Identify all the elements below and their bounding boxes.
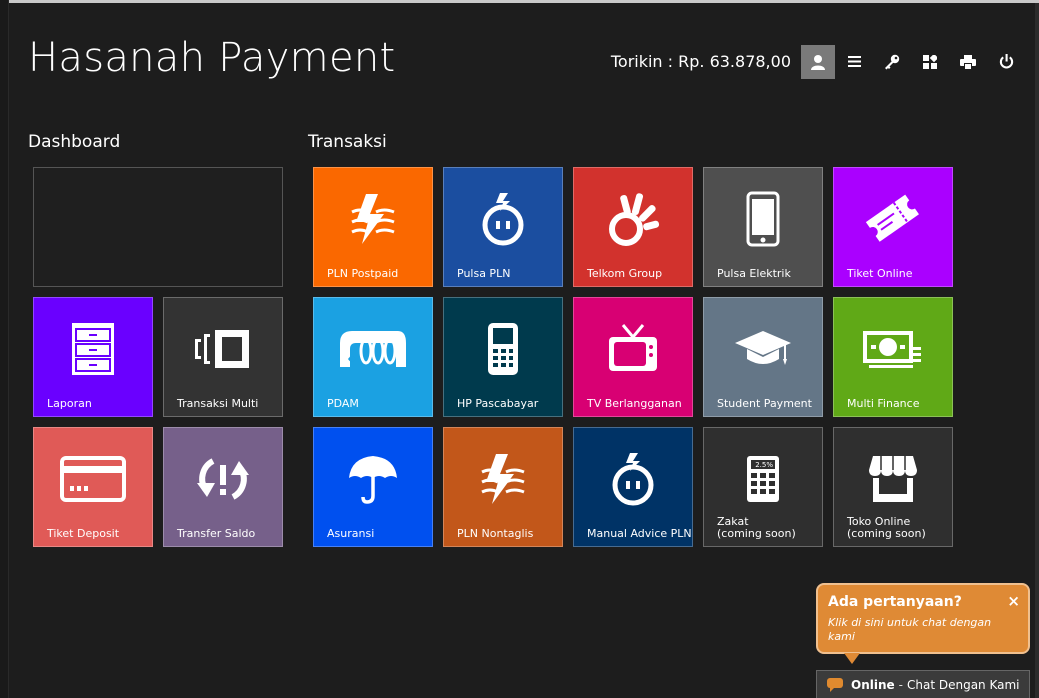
print-button[interactable] bbox=[949, 45, 987, 79]
apps-icon bbox=[923, 54, 937, 69]
card-icon bbox=[60, 456, 126, 502]
dashboard-empty-tile bbox=[33, 167, 283, 287]
transfer-icon bbox=[197, 458, 249, 500]
printer-icon bbox=[960, 54, 976, 69]
balance-label: Torikin : Rp. 63.878,00 bbox=[610, 52, 791, 71]
tile-tv-berlangganan[interactable]: TV Berlangganan bbox=[573, 297, 693, 417]
chat-separator: - bbox=[898, 677, 903, 692]
tile-label: Toko Online (coming soon) bbox=[847, 515, 926, 540]
tile-pln-postpaid[interactable]: PLN Postpaid bbox=[313, 167, 433, 287]
tile-telkom-group[interactable]: Telkom Group bbox=[573, 167, 693, 287]
menu-icon bbox=[847, 56, 861, 67]
tile-pdam[interactable]: PDAM bbox=[313, 297, 433, 417]
tile-label: Zakat (coming soon) bbox=[717, 515, 796, 540]
tile-tiket-deposit[interactable]: Tiket Deposit bbox=[33, 427, 153, 547]
telkom-icon bbox=[609, 193, 660, 246]
tile-label: Asuransi bbox=[327, 527, 375, 540]
tile-label: HP Pascabayar bbox=[457, 397, 539, 410]
electricity-icon bbox=[481, 454, 525, 504]
tile-label: Multi Finance bbox=[847, 397, 920, 410]
app-title: Hasanah Payment bbox=[28, 35, 396, 81]
mobile-phone-icon bbox=[488, 323, 518, 375]
multi-transaction-icon bbox=[195, 330, 249, 368]
scrollbar[interactable] bbox=[1035, 3, 1039, 698]
window-frame-top bbox=[0, 0, 1039, 3]
tile-label: PLN Nontaglis bbox=[457, 527, 534, 540]
chat-action-label: Chat Dengan Kami bbox=[907, 677, 1020, 692]
transaksi-section-title: Transaksi bbox=[308, 132, 387, 152]
tile-laporan[interactable]: Laporan bbox=[33, 297, 153, 417]
chat-close-icon[interactable]: × bbox=[1007, 592, 1020, 610]
user-icon bbox=[811, 54, 825, 70]
money-icon bbox=[863, 331, 921, 368]
tile-pulsa-elektrik[interactable]: Pulsa Elektrik bbox=[703, 167, 823, 287]
tile-student-payment[interactable]: Student Payment bbox=[703, 297, 823, 417]
tile-pulsa-pln[interactable]: Pulsa PLN bbox=[443, 167, 563, 287]
tile-toko-online[interactable]: Toko Online (coming soon) bbox=[833, 427, 953, 547]
tile-label: Pulsa PLN bbox=[457, 267, 511, 280]
key-icon bbox=[885, 54, 900, 69]
cabinet-icon bbox=[72, 323, 114, 375]
tile-hp-pascabayar[interactable]: HP Pascabayar bbox=[443, 297, 563, 417]
ticket-icon bbox=[865, 194, 919, 242]
tile-transfer-saldo[interactable]: Transfer Saldo bbox=[163, 427, 283, 547]
tile-label: PLN Postpaid bbox=[327, 267, 399, 280]
chat-prompt-bubble[interactable]: Ada pertanyaan? × Klik di sini untuk cha… bbox=[816, 583, 1030, 664]
calculator-icon: 2.5% bbox=[747, 456, 779, 502]
chat-bar[interactable]: Online - Chat Dengan Kami bbox=[816, 670, 1030, 698]
electricity-icon bbox=[351, 194, 395, 244]
power-button[interactable] bbox=[987, 45, 1025, 79]
tile-label: Pulsa Elektrik bbox=[717, 267, 791, 280]
calculator-display-text: 2.5% bbox=[755, 461, 773, 469]
window-frame-left bbox=[0, 0, 9, 698]
chat-question: Ada pertanyaan? bbox=[828, 594, 962, 610]
key-button[interactable] bbox=[873, 45, 911, 79]
phone-icon bbox=[746, 191, 780, 247]
dashboard-section-title: Dashboard bbox=[28, 132, 121, 152]
power-icon bbox=[999, 54, 1013, 69]
graduation-cap-icon bbox=[735, 331, 791, 365]
umbrella-icon bbox=[349, 456, 397, 504]
bulb-icon bbox=[482, 193, 524, 246]
tile-label: Telkom Group bbox=[587, 267, 663, 280]
tile-label: Tiket Online bbox=[847, 267, 913, 280]
tile-asuransi[interactable]: Asuransi bbox=[313, 427, 433, 547]
tile-label: TV Berlangganan bbox=[587, 397, 682, 410]
tile-pln-nontaglis[interactable]: PLN Nontaglis bbox=[443, 427, 563, 547]
top-toolbar: Torikin : Rp. 63.878,00 bbox=[610, 44, 1025, 79]
tile-zakat[interactable]: 2.5% Zakat (coming soon) bbox=[703, 427, 823, 547]
tv-icon bbox=[609, 324, 657, 371]
tile-manual-advice-pln[interactable]: Manual Advice PLN bbox=[573, 427, 693, 547]
water-pipe-icon bbox=[340, 331, 406, 367]
apps-button[interactable] bbox=[911, 45, 949, 79]
tile-label: Tiket Deposit bbox=[47, 527, 120, 540]
tile-label: Laporan bbox=[47, 397, 92, 410]
tile-tiket-online[interactable]: Tiket Online bbox=[833, 167, 953, 287]
tile-label: Student Payment bbox=[717, 397, 812, 410]
tile-label: Transaksi Multi bbox=[177, 397, 259, 410]
tile-transaksi-multi[interactable]: Transaksi Multi bbox=[163, 297, 283, 417]
chat-bubble-icon bbox=[827, 677, 843, 692]
tile-label: Manual Advice PLN bbox=[587, 527, 692, 540]
tile-label: Transfer Saldo bbox=[177, 527, 256, 540]
chat-status: Online bbox=[851, 677, 895, 692]
shop-icon bbox=[869, 456, 917, 502]
tile-multi-finance[interactable]: Multi Finance bbox=[833, 297, 953, 417]
user-button[interactable] bbox=[801, 44, 835, 79]
chat-bubble-tail bbox=[844, 653, 860, 664]
tile-label: PDAM bbox=[327, 397, 359, 410]
chat-subtitle: Klik di sini untuk chat dengan kami bbox=[828, 616, 992, 643]
menu-button[interactable] bbox=[835, 45, 873, 79]
bulb-icon bbox=[612, 453, 654, 506]
